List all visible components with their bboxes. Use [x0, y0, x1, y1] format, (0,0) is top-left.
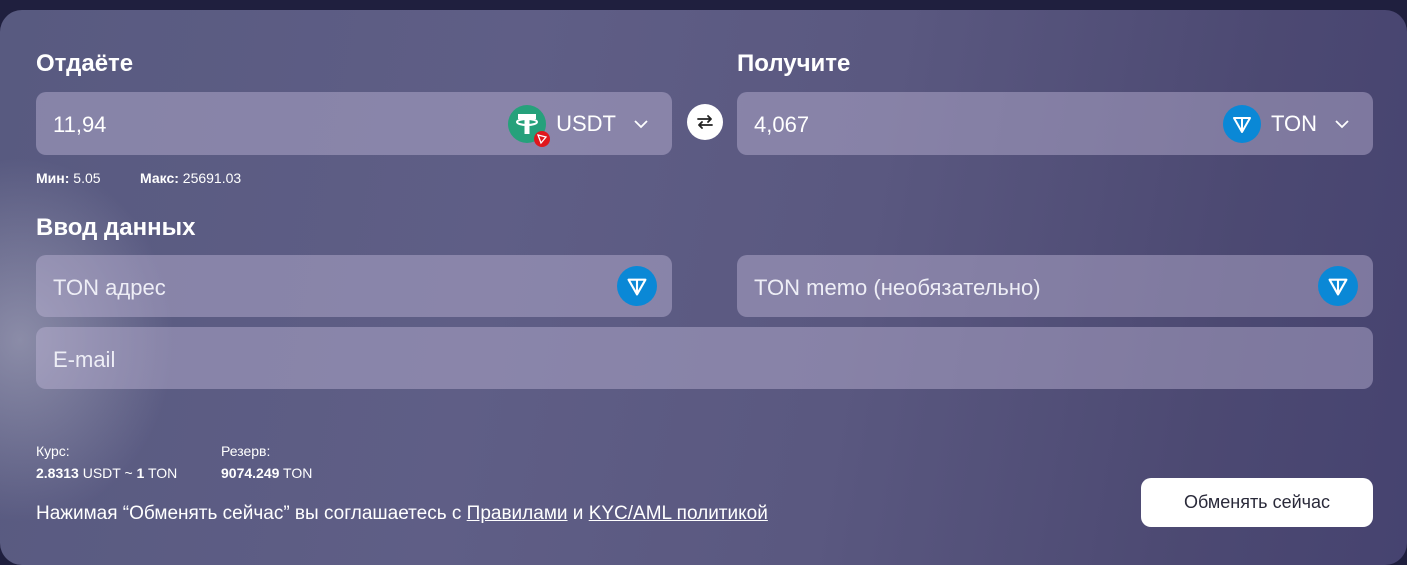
receive-currency-name: TON [1270, 111, 1317, 136]
swap-button[interactable] [687, 104, 723, 140]
max-label: Макс: [140, 170, 179, 186]
ton-icon [1318, 266, 1358, 306]
exchange-now-button[interactable]: Обменять сейчас [1141, 478, 1373, 527]
give-currency-name: USDT [556, 111, 616, 136]
rate-currency: USDT ~ [82, 465, 133, 481]
reserve-amount: 9074.249 [221, 465, 280, 481]
rate-label: Курс: [36, 443, 70, 459]
max-value: 25691.03 [182, 170, 242, 186]
agreement-text: Нажимая “Обменять сейчас” вы соглашаетес… [36, 503, 768, 525]
give-label: Отдаёте [36, 50, 134, 77]
ton-icon [617, 266, 657, 306]
exchange-card: Отдаёте 11,94 USDT Мин: 5.05 Макс: 25691… [0, 10, 1407, 565]
rate-value: 2.8313 USDT ~ 1 TON [36, 465, 177, 481]
rate-amount-2: 1 [136, 465, 145, 481]
email-placeholder: E-mail [53, 347, 116, 372]
tron-badge-icon [534, 131, 551, 147]
ton-memo-field[interactable]: TON memo (необязательно) [737, 255, 1373, 317]
give-currency-select[interactable]: USDT [508, 104, 650, 147]
min-value: 5.05 [73, 170, 101, 186]
rules-link[interactable]: Правилами [467, 503, 568, 524]
email-field[interactable]: E-mail [36, 327, 1373, 389]
tether-usdt-icon [508, 105, 551, 147]
give-amount-value[interactable]: 11,94 [53, 112, 106, 138]
reserve-value: 9074.249 TON [221, 465, 312, 481]
chevron-down-icon [634, 120, 648, 129]
swap-arrows-icon [697, 115, 713, 129]
ton-icon [1222, 105, 1261, 143]
give-max: Макс: 25691.03 [140, 170, 241, 186]
chevron-down-icon [1335, 120, 1349, 129]
min-label: Мин: [36, 170, 70, 186]
receive-amount-value[interactable]: 4,067 [754, 112, 809, 138]
give-min: Мин: 5.05 [36, 170, 101, 186]
receive-label: Получите [737, 50, 851, 77]
receive-amount-field[interactable]: 4,067 TON [737, 92, 1373, 155]
agreement-prefix: Нажимая “Обменять сейчас” вы соглашаетес… [36, 503, 462, 524]
reserve-label: Резерв: [221, 443, 271, 459]
ton-address-placeholder: TON адрес [53, 275, 166, 300]
ton-address-field[interactable]: TON адрес [36, 255, 672, 317]
receive-currency-select[interactable]: TON [1222, 104, 1351, 144]
reserve-unit: TON [283, 465, 313, 481]
ton-memo-placeholder: TON memo (необязательно) [754, 275, 1041, 300]
give-amount-field[interactable]: 11,94 USDT [36, 92, 672, 155]
rate-unit: TON [147, 465, 178, 481]
data-section-label: Ввод данных [36, 214, 196, 241]
rate-amount: 2.8313 [36, 465, 79, 481]
kyc-aml-policy-link[interactable]: KYC/AML политикой [589, 503, 768, 524]
agreement-and: и [572, 503, 584, 524]
